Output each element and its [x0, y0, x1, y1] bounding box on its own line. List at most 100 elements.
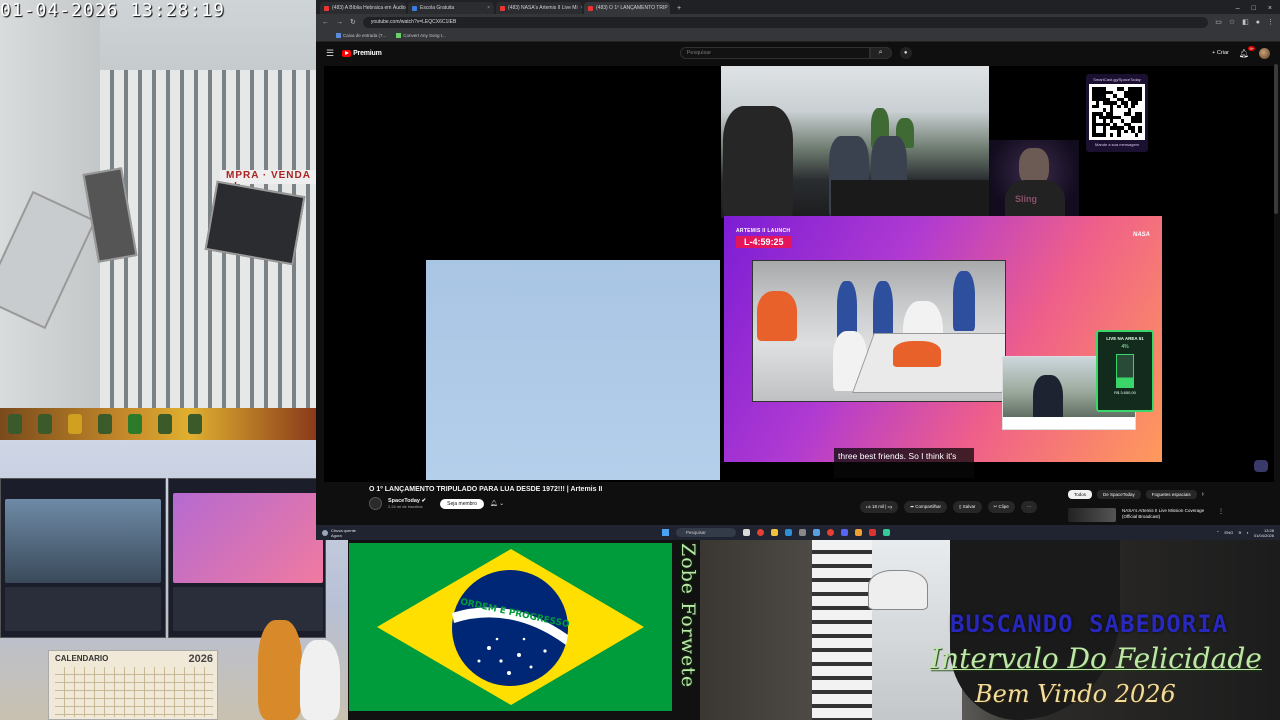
- related-chips: Todos De SpaceToday Foguetes espaciais ›: [1068, 490, 1204, 499]
- chip-rockets[interactable]: Foguetes espaciais: [1145, 490, 1197, 499]
- discord-icon[interactable]: [840, 529, 848, 536]
- subscribed-bell-button[interactable]: 🔔︎ ⌄: [490, 500, 504, 507]
- related-video-item[interactable]: NASA's Artemis II Live Mission Coverage …: [1068, 508, 1224, 522]
- like-button[interactable]: 👍︎ 18 mil | 👎︎: [860, 501, 899, 513]
- maximize-icon[interactable]: □: [1252, 5, 1256, 12]
- close-icon[interactable]: ×: [487, 5, 490, 11]
- create-button[interactable]: + Criar: [1212, 50, 1229, 56]
- tab-3[interactable]: (483) NASA's Artemis II Live Mi×: [496, 2, 582, 14]
- chip-channel[interactable]: De SpaceToday: [1097, 490, 1141, 499]
- app-icon[interactable]: [798, 529, 806, 536]
- store-sign: MPRA · VENDA · L: [220, 170, 316, 192]
- more-actions-button[interactable]: ···: [1020, 501, 1038, 513]
- like-count: 18 mil: [871, 504, 884, 509]
- profile-icon[interactable]: ●: [1256, 19, 1260, 26]
- kebab-menu-icon[interactable]: ⋮: [1267, 18, 1274, 26]
- browser-window: (483) A Bíblia Hebraica em Áudio× Escola…: [316, 0, 1280, 525]
- extensions-icon[interactable]: ◧: [1242, 18, 1249, 26]
- cast-icon[interactable]: ▭: [1215, 18, 1222, 26]
- reload-icon[interactable]: ↻: [350, 18, 356, 26]
- taskbar-clock[interactable]: 13:28 01/04/2026: [1254, 528, 1274, 538]
- create-label: Criar: [1216, 50, 1229, 56]
- camera-timestamp: 01-04-2026 13:28:19: [0, 0, 225, 21]
- launch-countdown: L-4:59:25: [736, 236, 792, 248]
- app-icon[interactable]: [826, 529, 834, 536]
- new-tab-button[interactable]: +: [672, 5, 686, 14]
- live-area51-widget: LIVE NA AREA 51 4% R$ 3.650,00: [1096, 330, 1154, 412]
- bell-icon: 🔔︎: [489, 501, 498, 507]
- tab-1[interactable]: (483) A Bíblia Hebraica em Áudio×: [320, 2, 406, 14]
- channel-avatar[interactable]: [369, 497, 382, 510]
- closed-caption: three best friends. So I think it's: [834, 448, 974, 478]
- taskbar-search[interactable]: Pesquisar: [675, 528, 736, 537]
- bookmarks-bar: Caixa de entrada (7... Convert Any Song …: [316, 30, 1280, 42]
- astronaut: [757, 291, 797, 341]
- chevron-up-icon[interactable]: ⌃: [1216, 530, 1219, 535]
- page-scrollbar[interactable]: [1274, 64, 1278, 214]
- youtube-icon: [588, 5, 593, 11]
- channel-row: SpaceToday ✔ 2,24 mi de inscritos Seja m…: [369, 497, 504, 510]
- chip-all[interactable]: Todos: [1068, 490, 1093, 499]
- nasa-broadcast: ARTEMIS II LAUNCH L-4:59:25 NASA LIVE NA…: [724, 216, 1162, 462]
- video-player[interactable]: Sling SmartCast.gg/SpaceToday Mande a su…: [324, 66, 1274, 482]
- edge-icon[interactable]: [784, 529, 792, 536]
- minimize-icon[interactable]: –: [1236, 5, 1240, 12]
- weather-sub: Agora: [331, 532, 342, 538]
- file-explorer-icon[interactable]: [770, 529, 778, 536]
- screen: MPRA · VENDA · L 01-04-2026 13:28:19 CAL…: [0, 0, 1280, 720]
- wall-calendar: CALENDARIO 2026: [48, 650, 218, 720]
- weather-widget[interactable]: Chuva quente Agora: [322, 528, 356, 538]
- chevron-right-icon[interactable]: ›: [1202, 491, 1204, 498]
- search-input[interactable]: Pesquisar: [679, 47, 870, 59]
- monitor-left: [0, 478, 166, 638]
- overlay-intervalo: Intervalo Do Felicidade: [930, 642, 1262, 675]
- wifi-icon[interactable]: ≋: [1238, 530, 1241, 535]
- join-button[interactable]: Seja membro: [440, 498, 484, 509]
- notifications-button[interactable]: 🔔︎ 9+: [1239, 45, 1255, 58]
- forward-icon[interactable]: →: [336, 19, 343, 26]
- window-grille: [812, 540, 872, 720]
- app-icon[interactable]: [868, 529, 876, 536]
- qr-widget: SmartCast.gg/SpaceToday Mande a sua mens…: [1086, 74, 1148, 152]
- thumbs-down-icon: 👎︎: [887, 504, 893, 509]
- share-button[interactable]: ➦ Compartilhar: [904, 501, 948, 513]
- notification-badge: 9+: [1248, 45, 1255, 51]
- channel-watermark-icon: [1254, 460, 1268, 472]
- share-label: Compartilhar: [915, 504, 942, 509]
- clip-button[interactable]: ✂ Clipe: [987, 501, 1015, 513]
- bookmark-item[interactable]: Caixa de entrada (7...: [336, 33, 386, 39]
- close-icon[interactable]: ×: [581, 5, 582, 11]
- windows-start-icon[interactable]: [661, 529, 669, 536]
- youtube-icon: [324, 5, 329, 11]
- save-button[interactable]: ▯ Salvar: [953, 501, 982, 513]
- channel-subscribers: 2,24 mi de inscritos: [388, 504, 423, 509]
- url-field[interactable]: youtube.com/watch?v=LEQCX6C1IEB: [362, 16, 1209, 28]
- search-button[interactable]: ⌕: [869, 47, 892, 59]
- voice-search-button[interactable]: ●: [899, 47, 912, 59]
- youtube-header: ☰ Premium Pesquisar ⌕ ● + Criar 🔔︎ 9+: [316, 42, 1280, 64]
- clip-label: Clipe: [998, 504, 1009, 509]
- chrome-icon[interactable]: [756, 529, 764, 536]
- lang-indicator[interactable]: ENG: [1225, 530, 1234, 535]
- avatar[interactable]: [1259, 47, 1270, 59]
- app-icon[interactable]: [812, 529, 820, 536]
- tab-4-active[interactable]: (483) O 1º LANÇAMENTO TRIP ×: [584, 2, 670, 14]
- close-window-icon[interactable]: ×: [1268, 5, 1272, 12]
- youtube-logo[interactable]: Premium: [342, 49, 382, 57]
- tab-2[interactable]: Escola Gratuita ×: [408, 2, 494, 14]
- chevron-down-icon: ⌄: [499, 501, 505, 507]
- bookmark-item[interactable]: Convert Any Song t...: [396, 33, 446, 39]
- weather-icon: [322, 529, 328, 536]
- star-icon[interactable]: ☆: [1229, 18, 1235, 26]
- volume-icon[interactable]: ◖: [1247, 530, 1249, 535]
- street-view: [872, 540, 962, 720]
- app-icon[interactable]: [854, 529, 862, 536]
- back-icon[interactable]: ←: [322, 19, 329, 26]
- task-view-icon[interactable]: [742, 529, 750, 536]
- app-icon[interactable]: [882, 529, 890, 536]
- kebab-menu-icon[interactable]: ⋮: [1218, 508, 1224, 522]
- sky-camera-feed: [426, 260, 720, 480]
- left-camera-feed: MPRA · VENDA · L 01-04-2026 13:28:19: [0, 0, 316, 410]
- related-video-title: NASA's Artemis II Live Mission Coverage …: [1122, 508, 1205, 519]
- hamburger-menu-icon[interactable]: ☰: [326, 48, 334, 59]
